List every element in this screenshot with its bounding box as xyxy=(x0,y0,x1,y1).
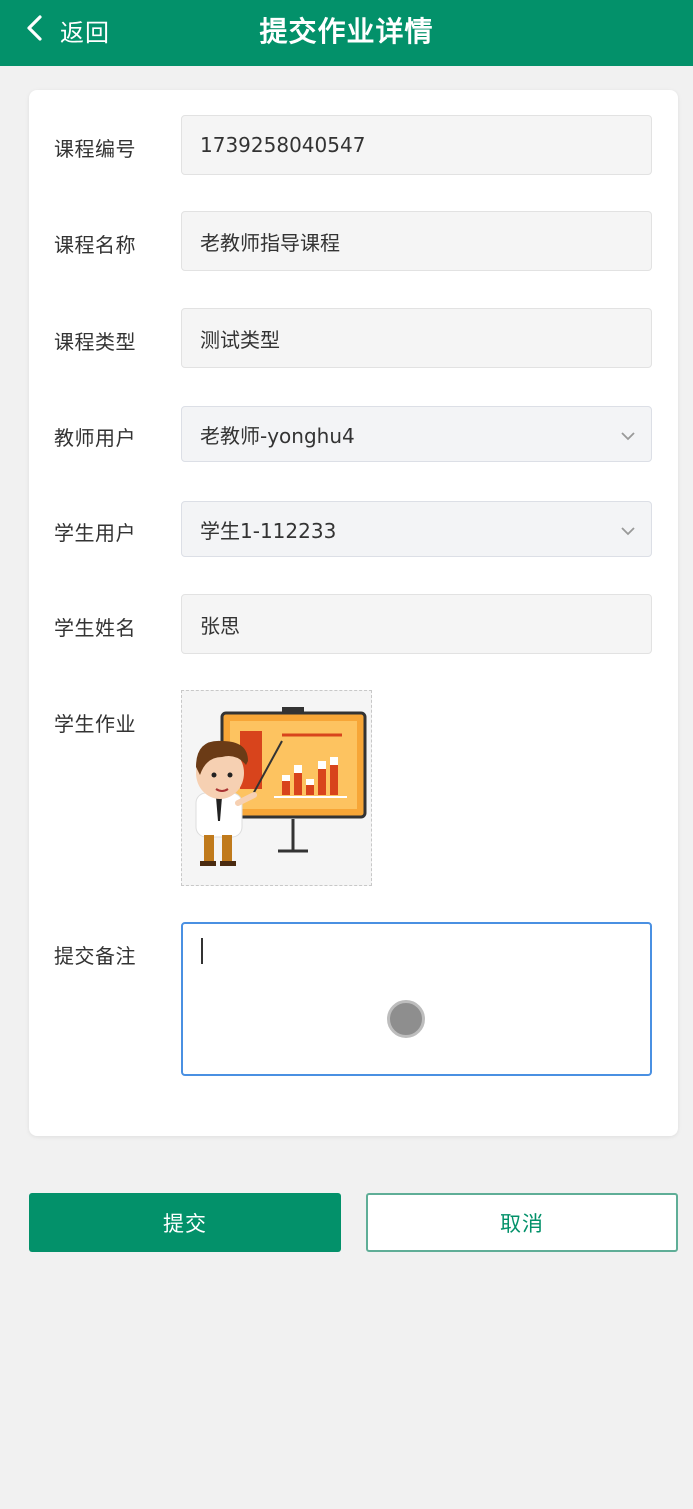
course-type-label: 课程类型 xyxy=(54,330,136,354)
teacher-presentation-image xyxy=(182,691,371,885)
course-type-row: 课程类型 测试类型 xyxy=(29,308,678,368)
course-type-field[interactable]: 测试类型 xyxy=(181,308,652,368)
course-no-row: 课程编号 1739258040547 xyxy=(29,115,678,175)
student-name-row: 学生姓名 张思 xyxy=(29,594,678,654)
course-no-field[interactable]: 1739258040547 xyxy=(181,115,652,175)
teacher-user-select[interactable]: 老教师-yonghu4 xyxy=(181,406,652,462)
chevron-down-icon xyxy=(619,426,637,444)
text-caret xyxy=(201,938,203,964)
course-no-value: 1739258040547 xyxy=(200,133,366,157)
course-type-value: 测试类型 xyxy=(200,327,280,352)
cancel-button[interactable]: 取消 xyxy=(366,1193,678,1252)
course-name-label: 课程名称 xyxy=(54,233,136,257)
form-card: 课程编号 1739258040547 课程名称 老教师指导课程 课程类型 测试类… xyxy=(29,90,678,1136)
student-user-label: 学生用户 xyxy=(54,521,136,545)
touch-pointer xyxy=(387,1000,425,1038)
cancel-label: 取消 xyxy=(500,1211,544,1236)
page-title: 提交作业详情 xyxy=(259,15,434,48)
course-name-row: 课程名称 老教师指导课程 xyxy=(29,211,678,271)
student-user-select[interactable]: 学生1-112233 xyxy=(181,501,652,557)
chevron-down-icon xyxy=(619,521,637,539)
submit-label: 提交 xyxy=(163,1211,207,1236)
homework-label: 学生作业 xyxy=(54,712,136,736)
student-user-row: 学生用户 学生1-112233 xyxy=(29,501,678,557)
student-name-field[interactable]: 张思 xyxy=(181,594,652,654)
teacher-user-label: 教师用户 xyxy=(54,426,136,450)
teacher-user-value: 老教师-yonghu4 xyxy=(200,423,355,448)
top-bar: 返回 提交作业详情 xyxy=(0,0,693,66)
course-name-value: 老教师指导课程 xyxy=(200,230,340,255)
submit-button[interactable]: 提交 xyxy=(29,1193,341,1252)
remark-textarea[interactable] xyxy=(181,922,652,1076)
student-name-value: 张思 xyxy=(200,613,240,638)
teacher-user-row: 教师用户 老教师-yonghu4 xyxy=(29,406,678,462)
student-user-value: 学生1-112233 xyxy=(200,518,337,543)
course-name-field[interactable]: 老教师指导课程 xyxy=(181,211,652,271)
course-no-label: 课程编号 xyxy=(54,137,136,161)
remark-label: 提交备注 xyxy=(54,944,136,968)
homework-image-upload[interactable] xyxy=(181,690,372,886)
student-name-label: 学生姓名 xyxy=(54,616,136,640)
